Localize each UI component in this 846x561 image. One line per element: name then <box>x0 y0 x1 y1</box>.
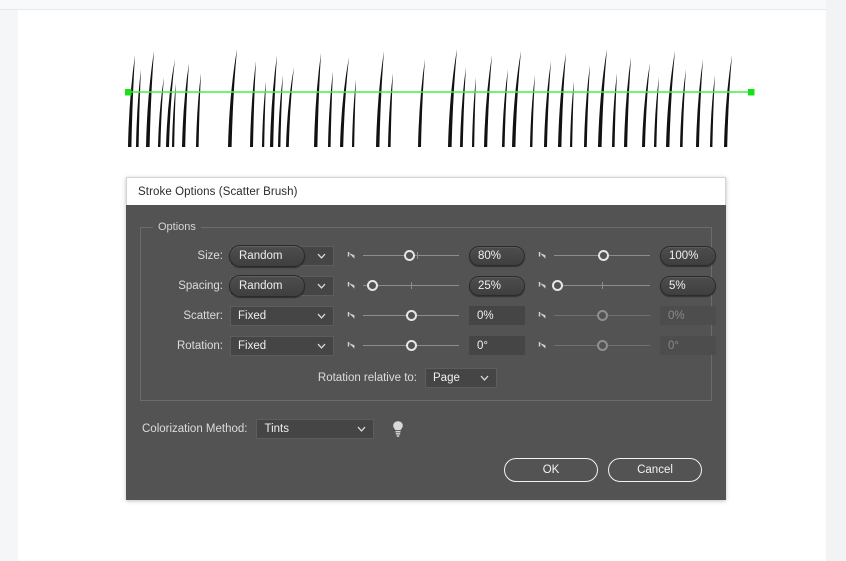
slider-max-rotation-track[interactable] <box>554 339 650 353</box>
slider-min-scatter-thumb[interactable] <box>405 309 417 321</box>
value-max-size[interactable]: 100% <box>660 245 716 266</box>
slider-min-rotation-track[interactable] <box>363 339 459 353</box>
slider-flag-icon <box>537 279 551 293</box>
option-row-scatter: Scatter: Fixed 0% 0% <box>151 304 716 327</box>
mode-select-scatter[interactable]: Fixed <box>230 305 334 326</box>
lightbulb-icon[interactable] <box>391 420 405 438</box>
colorization-method-select[interactable]: Tints <box>256 419 375 439</box>
mode-select-spacing[interactable]: Random <box>229 274 334 297</box>
slider-max-spacing: 5% <box>537 275 716 296</box>
slider-min-rotation: 0° <box>346 336 525 355</box>
slider-max-size-thumb[interactable] <box>598 249 610 261</box>
options-group: Options Size: Random 80% 100% Spacing: Random… <box>140 221 716 401</box>
value-max-spacing[interactable]: 5% <box>660 275 716 296</box>
slider-flag-icon <box>346 249 360 263</box>
dialog-body: Options Size: Random 80% 100% Spacing: Random… <box>126 205 726 500</box>
mode-value-rotation: Fixed <box>238 339 267 352</box>
track-tick <box>602 281 603 289</box>
path-anchor-end <box>748 89 755 96</box>
mode-select-rotation[interactable]: Fixed <box>230 335 334 356</box>
slider-max-scatter: 0% <box>537 306 716 325</box>
slider-flag-icon <box>346 339 360 353</box>
row-label-rotation: Rotation: <box>176 339 223 352</box>
row-label-size: Size: <box>197 249 223 262</box>
mode-value-spacing: Random <box>239 279 283 292</box>
slider-max-size: 100% <box>537 245 716 266</box>
cancel-button[interactable]: Cancel <box>608 458 702 482</box>
rotation-relative-value: Page <box>433 372 460 384</box>
slider-flag-icon <box>346 279 360 293</box>
dialog-footer: OK Cancel <box>140 458 712 482</box>
value-min-rotation[interactable]: 0° <box>469 336 525 355</box>
ok-button[interactable]: OK <box>504 458 598 482</box>
path-anchor-start <box>125 89 132 96</box>
slider-min-size-thumb[interactable] <box>403 249 415 261</box>
slider-min-size: 80% <box>346 245 525 266</box>
slider-max-spacing-track[interactable] <box>552 279 650 293</box>
slider-flag-icon <box>537 309 551 323</box>
slider-max-spacing-thumb[interactable] <box>552 279 564 291</box>
chevron-down-icon <box>480 374 489 383</box>
colorization-method-value: Tints <box>264 423 289 435</box>
row-label-spacing: Spacing: <box>178 279 223 292</box>
chevron-down-icon <box>317 281 326 290</box>
option-row-rotation: Rotation: Fixed 0° 0° <box>151 334 716 357</box>
dialog-title: Stroke Options (Scatter Brush) <box>138 185 298 198</box>
option-row-spacing: Spacing: Random 25% 5% <box>151 274 716 297</box>
slider-flag-icon <box>346 309 360 323</box>
option-rows: Size: Random 80% 100% Spacing: Random 25% 5% Sca… <box>151 244 716 357</box>
chevron-down-icon <box>317 311 326 320</box>
chevron-down-icon <box>317 251 326 260</box>
value-max-scatter: 0% <box>660 306 716 325</box>
dialog-titlebar: Stroke Options (Scatter Brush) <box>126 177 726 205</box>
colorization-label: Colorization Method: <box>142 423 248 435</box>
mode-value-scatter: Fixed <box>238 309 267 322</box>
value-max-rotation: 0° <box>660 336 716 355</box>
slider-max-rotation: 0° <box>537 336 716 355</box>
row-label-scatter: Scatter: <box>183 309 223 322</box>
track-tick <box>416 251 418 259</box>
canvas-left-strip <box>0 10 18 561</box>
mode-value-size: Random <box>239 249 283 262</box>
slider-max-scatter-thumb[interactable] <box>596 309 608 321</box>
slider-min-scatter-track[interactable] <box>363 309 459 323</box>
mode-value-pill-spacing[interactable]: Random <box>229 274 305 297</box>
options-group-label: Options <box>153 221 201 233</box>
illustrator-app-window: Stroke Options (Scatter Brush) Options S… <box>0 0 846 561</box>
track-tick <box>411 281 412 289</box>
slider-min-rotation-thumb[interactable] <box>405 339 417 351</box>
mode-value-pill-size[interactable]: Random <box>229 244 305 267</box>
brush-blades <box>128 49 732 147</box>
slider-flag-icon <box>537 249 551 263</box>
rotation-relative-row: Rotation relative to: Page <box>151 368 701 388</box>
value-min-spacing[interactable]: 25% <box>469 275 525 296</box>
slider-flag-icon <box>537 339 551 353</box>
scatter-brush-artwork[interactable] <box>100 22 780 157</box>
stroke-options-dialog: Stroke Options (Scatter Brush) Options S… <box>126 177 726 500</box>
canvas-right-strip <box>826 0 846 561</box>
colorization-row: Colorization Method: Tints <box>140 419 712 439</box>
mode-select-size[interactable]: Random <box>229 244 334 267</box>
slider-min-size-track[interactable] <box>363 249 459 263</box>
canvas-top-strip <box>0 0 846 10</box>
slider-min-spacing-thumb[interactable] <box>367 279 379 291</box>
slider-min-spacing-track[interactable] <box>363 279 459 293</box>
chevron-down-icon <box>357 425 366 434</box>
slider-max-rotation-thumb[interactable] <box>596 339 608 351</box>
value-min-size[interactable]: 80% <box>469 245 525 266</box>
slider-min-spacing: 25% <box>346 275 525 296</box>
value-min-scatter[interactable]: 0% <box>469 306 525 325</box>
chevron-down-icon <box>317 341 326 350</box>
rotation-relative-label: Rotation relative to: <box>317 372 417 384</box>
rotation-relative-select[interactable]: Page <box>425 368 497 388</box>
slider-max-size-track[interactable] <box>554 249 650 263</box>
slider-max-scatter-track[interactable] <box>554 309 650 323</box>
slider-min-scatter: 0% <box>346 306 525 325</box>
option-row-size: Size: Random 80% 100% <box>151 244 716 267</box>
